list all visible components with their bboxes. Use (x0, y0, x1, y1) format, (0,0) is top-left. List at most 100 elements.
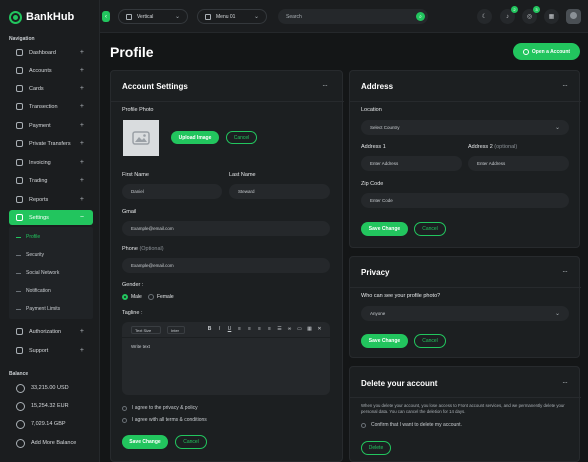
agree-terms-checkbox[interactable]: I agree with all terms & conditions (122, 417, 207, 423)
sidebar-item-trading[interactable]: Trading + (9, 173, 93, 188)
balance-gbp[interactable]: 7,029.14 GBP (9, 416, 93, 432)
apps-icon[interactable]: ▦ (544, 9, 559, 24)
sidebar-item-invoicing[interactable]: Invoicing + (9, 155, 93, 170)
wallet-icon (16, 122, 23, 129)
align-center-icon[interactable]: ≡ (247, 327, 252, 332)
address-save-button[interactable]: Save Change (361, 222, 408, 236)
privacy-cancel-button[interactable]: Cancel (414, 334, 446, 348)
more-options-icon[interactable]: ··· (562, 81, 568, 90)
table-icon[interactable]: ▦ (307, 327, 312, 332)
first-name-input[interactable]: Daniel (122, 184, 222, 199)
country-select[interactable]: Select Country ⌄ (361, 120, 569, 135)
message-icon[interactable]: ◎ 3 (522, 6, 540, 24)
expand-icon: + (79, 177, 84, 184)
sidebar-collapse-button[interactable]: ‹ (102, 11, 110, 22)
notification-bell-icon[interactable]: ♪ 2 (500, 6, 518, 24)
last-name-input[interactable]: Steward (229, 184, 330, 199)
expand-icon: + (79, 85, 84, 92)
cancel-upload-button[interactable]: Cancel (226, 131, 257, 144)
align-left-icon[interactable]: ≡ (237, 327, 242, 332)
profile-visibility-select[interactable]: Anyone ⌄ (361, 306, 569, 321)
submenu-item-notification[interactable]: Notification (9, 282, 93, 300)
text-size-select[interactable]: Text Size (131, 326, 161, 334)
balance-heading: Balance (9, 371, 29, 377)
add-more-balance[interactable]: Add More Balance (9, 435, 93, 451)
sidebar-item-cards[interactable]: Cards + (9, 81, 93, 96)
account-save-button[interactable]: Save Change (122, 435, 168, 449)
plus-circle-icon (522, 48, 529, 55)
open-account-button[interactable]: Open a Account (513, 43, 580, 60)
upload-image-button[interactable]: Upload Image (171, 131, 219, 144)
link-icon[interactable]: ∞ (287, 327, 292, 332)
more-options-icon[interactable]: ··· (562, 267, 568, 276)
submenu-item-profile[interactable]: Profile (9, 228, 93, 246)
layout-icon (126, 13, 132, 20)
justify-icon[interactable]: ≡ (267, 327, 272, 332)
submenu-item-social-network[interactable]: Social Network (9, 264, 93, 282)
balance-usd[interactable]: 33,215.00 USD (9, 380, 93, 396)
theme-toggle-icon[interactable]: ☾ (477, 9, 492, 24)
font-select[interactable]: Inter (167, 326, 185, 334)
more-options-icon[interactable]: ··· (322, 81, 328, 90)
brand[interactable]: BankHub (9, 9, 74, 25)
authorization-icon (16, 328, 23, 335)
card-divider (350, 101, 581, 102)
editor-placeholder: Write text (131, 344, 150, 349)
reports-icon (16, 196, 23, 203)
page-title: Profile (110, 44, 154, 60)
gender-female-radio[interactable]: Female (148, 294, 174, 300)
italic-icon[interactable]: I (217, 327, 222, 332)
tagline-editor[interactable]: Text Size Inter B I U ≡ ≡ ≡ ≡ ☰ ∞ ▭ ▦ ✕ … (122, 322, 330, 395)
agree-privacy-checkbox[interactable]: I agree to the privacy & policy (122, 405, 198, 411)
address-cancel-button[interactable]: Cancel (414, 222, 446, 236)
sidebar-item-reports[interactable]: Reports + (9, 192, 93, 207)
gender-male-radio[interactable]: Male (122, 294, 142, 300)
phone-input[interactable]: Example@email.com (122, 258, 330, 273)
search-input[interactable]: Search ⌕ (278, 9, 428, 24)
euro-icon (16, 401, 25, 411)
underline-icon[interactable]: U (227, 327, 232, 332)
account-cancel-button[interactable]: Cancel (175, 435, 207, 449)
submenu-item-security[interactable]: Security (9, 246, 93, 264)
profile-photo (123, 120, 159, 156)
sidebar-item-settings[interactable]: Settings − (9, 210, 93, 225)
location-label: Location (361, 107, 382, 113)
align-right-icon[interactable]: ≡ (257, 327, 262, 332)
expand-icon: + (79, 122, 84, 129)
image-placeholder-icon (132, 131, 150, 145)
sidebar-item-authorization[interactable]: Authorization + (9, 324, 93, 339)
sidebar-item-transection[interactable]: Transection + (9, 99, 93, 114)
confirm-delete-checkbox[interactable]: Confirm that I want to delete my account… (361, 422, 462, 428)
submenu-item-payment-limits[interactable]: Payment Limits (9, 300, 93, 318)
bankhub-logo-icon (9, 10, 22, 24)
home-icon (16, 49, 23, 56)
expand-icon: + (79, 67, 84, 74)
expand-icon: + (79, 159, 84, 166)
layout-select[interactable]: Vertical ⌄ (118, 9, 188, 24)
bold-icon[interactable]: B (207, 327, 212, 332)
sidebar: BankHub Navigation Dashboard + Accounts + … (0, 0, 100, 462)
image-icon[interactable]: ▭ (297, 327, 302, 332)
menu-select[interactable]: Menu 01 ⌄ (197, 9, 267, 24)
sidebar-item-private-transfers[interactable]: Private Transfers + (9, 136, 93, 151)
balance-eur[interactable]: 15,254.32 EUR (9, 398, 93, 414)
card-divider (111, 101, 344, 102)
search-icon[interactable]: ⌕ (416, 12, 425, 21)
delete-button[interactable]: Delete (361, 441, 391, 455)
address1-label: Address 1 (361, 144, 386, 150)
address1-input[interactable]: Enter Address (361, 156, 462, 171)
gmail-input[interactable]: Example@email.com (122, 221, 330, 236)
zip-input[interactable]: Enter Code (361, 193, 569, 208)
sidebar-item-payment[interactable]: Payment + (9, 118, 93, 133)
fullscreen-icon[interactable]: ✕ (317, 327, 322, 332)
more-options-icon[interactable]: ··· (562, 378, 568, 387)
sidebar-item-dashboard[interactable]: Dashboard + (9, 45, 93, 60)
invoice-icon (16, 159, 23, 166)
sidebar-item-support[interactable]: Support + (9, 343, 93, 358)
sidebar-item-accounts[interactable]: Accounts + (9, 63, 93, 78)
address2-input[interactable]: Enter Address (468, 156, 569, 171)
profile-photo-label: Profile Photo (122, 107, 154, 113)
avatar[interactable] (566, 9, 581, 24)
list-icon[interactable]: ☰ (277, 327, 282, 332)
privacy-save-button[interactable]: Save Change (361, 334, 408, 348)
